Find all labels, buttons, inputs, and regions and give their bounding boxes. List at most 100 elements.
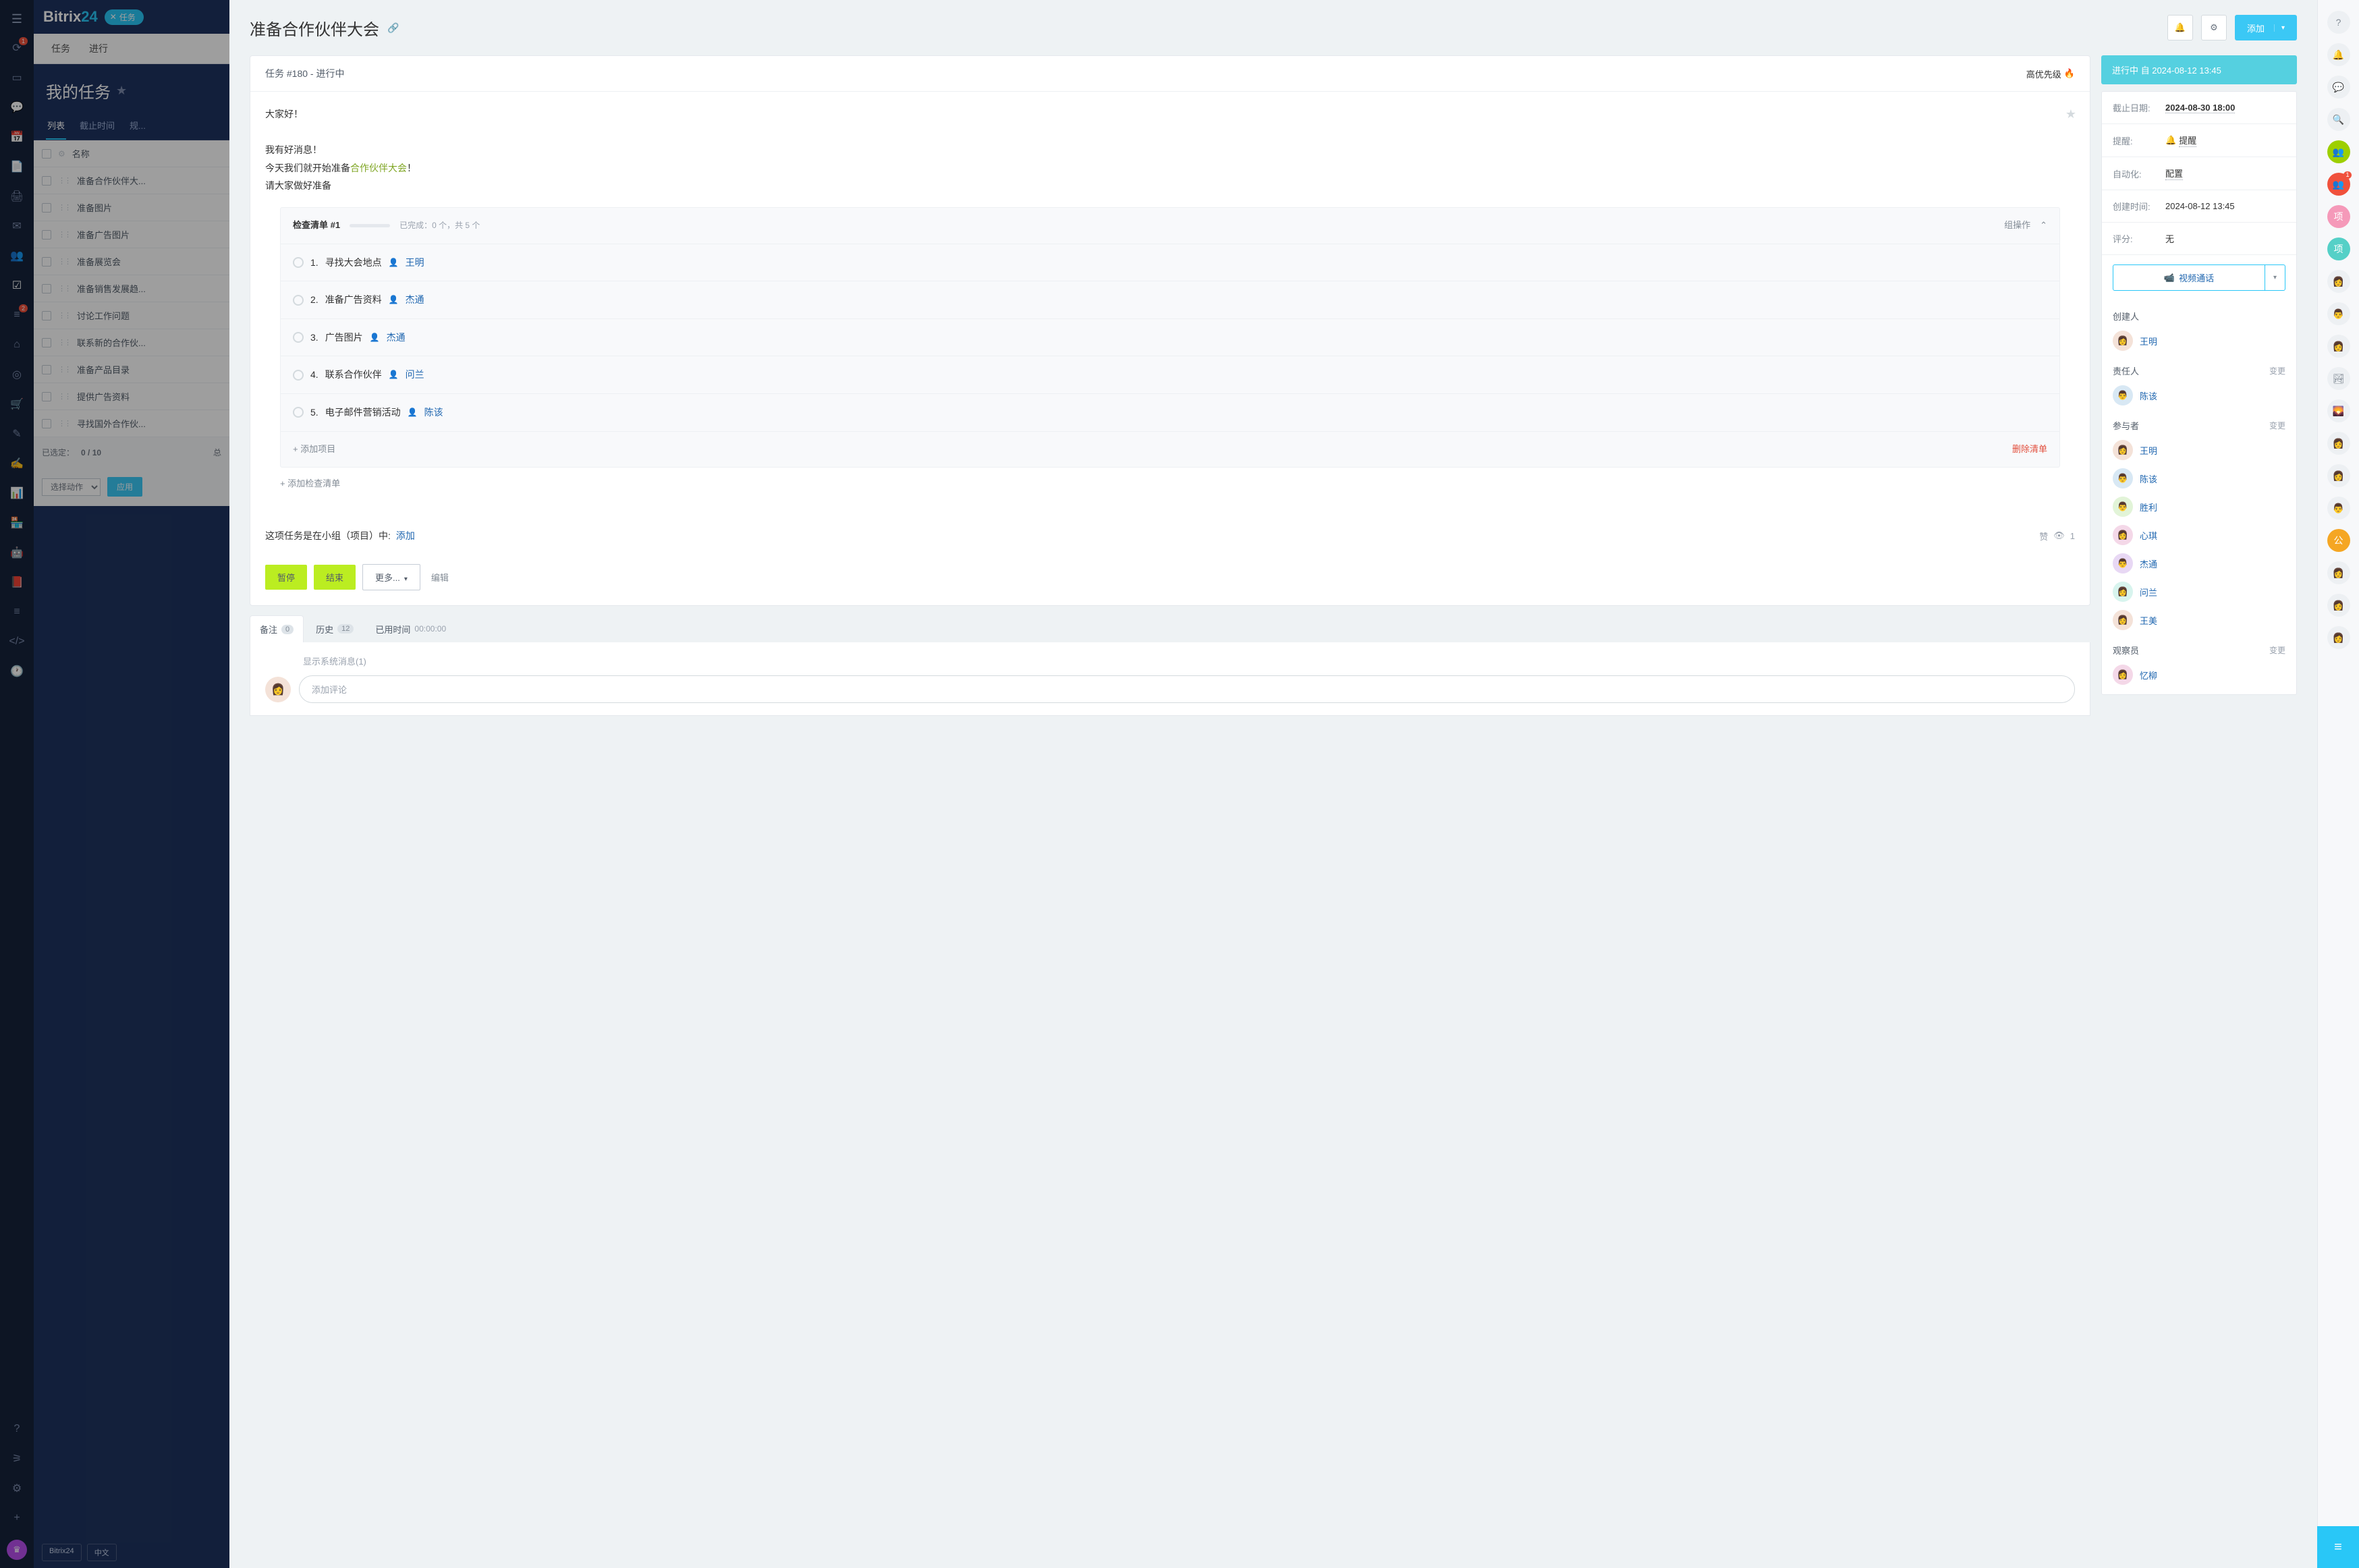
drag-icon[interactable]: ⋮⋮ <box>58 257 70 266</box>
contact-avatar[interactable]: 🏞 <box>2327 367 2350 390</box>
person-row[interactable]: 👨胜利 <box>2102 493 2296 521</box>
nav-calendar-icon[interactable]: ▭ <box>9 69 25 86</box>
nav-sign-icon[interactable]: ✍ <box>9 455 25 472</box>
tab-history[interactable]: 历史12 <box>306 615 363 642</box>
tab-tasks[interactable]: 任务 <box>42 34 80 63</box>
checkbox[interactable] <box>42 311 51 320</box>
table-row[interactable]: ⋮⋮准备销售发展趋... <box>34 275 229 302</box>
change-link[interactable]: 变更 <box>2269 644 2285 656</box>
person-name[interactable]: 王美 <box>2140 614 2157 627</box>
person-row[interactable]: 👨杰通 <box>2102 549 2296 578</box>
table-row[interactable]: ⋮⋮讨论工作问题 <box>34 302 229 329</box>
favorite-star-icon[interactable]: ★ <box>2065 103 2076 125</box>
nav-chat-icon[interactable]: 💬 <box>9 99 25 115</box>
add-project-link[interactable]: 添加 <box>396 529 415 542</box>
table-row[interactable]: ⋮⋮准备产品目录 <box>34 356 229 383</box>
tab-comments[interactable]: 备注0 <box>250 615 304 642</box>
deadline-value[interactable]: 2024-08-30 18:00 <box>2165 103 2235 113</box>
subtab-list[interactable]: 列表 <box>46 112 66 140</box>
table-row[interactable]: ⋮⋮准备展览会 <box>34 248 229 275</box>
bell-icon[interactable]: 🔔 <box>2327 43 2350 66</box>
contact-avatar[interactable]: 👩 <box>2327 594 2350 617</box>
table-row[interactable]: ⋮⋮准备广告图片 <box>34 221 229 248</box>
checkbox[interactable] <box>42 230 51 240</box>
person-name[interactable]: 胜利 <box>2140 501 2157 513</box>
nav-people-icon[interactable]: 👥 <box>9 248 25 264</box>
nav-edit-icon[interactable]: ✎ <box>9 426 25 442</box>
person-row[interactable]: 👨陈该 <box>2102 464 2296 493</box>
person-row[interactable]: 👩王明 <box>2102 327 2296 355</box>
person-name[interactable]: 陈该 <box>2140 472 2157 485</box>
like-button[interactable]: 赞 <box>2039 530 2048 542</box>
people-red-icon[interactable]: 👥1 <box>2327 173 2350 196</box>
tab-timespent[interactable]: 已用时间00:00:00 <box>366 615 455 642</box>
checkbox[interactable] <box>42 419 51 428</box>
chevron-down-icon[interactable]: ▾ <box>2265 265 2285 290</box>
drag-icon[interactable]: ⋮⋮ <box>58 365 70 374</box>
person-row[interactable]: 👩问兰 <box>2102 578 2296 606</box>
checkbox[interactable] <box>42 284 51 293</box>
contact-avatar[interactable]: 👨 <box>2327 497 2350 520</box>
assignee-link[interactable]: 杰通 <box>387 329 406 347</box>
nav-plus-icon[interactable]: + <box>9 1510 25 1526</box>
end-button[interactable]: 结束 <box>314 565 356 590</box>
hamburger-icon[interactable]: ☰ <box>11 12 22 26</box>
contact-avatar[interactable]: 👩 <box>2327 270 2350 293</box>
group-ops[interactable]: 组操作 <box>2004 217 2030 234</box>
contact-avatar[interactable]: 👩 <box>2327 626 2350 649</box>
video-call-button[interactable]: 📹视频通话 ▾ <box>2113 264 2285 291</box>
delete-checklist-link[interactable]: 删除清单 <box>2012 441 2047 458</box>
person-name[interactable]: 问兰 <box>2140 586 2157 598</box>
person-row[interactable]: 👩心琪 <box>2102 521 2296 549</box>
add-button[interactable]: 添加 ▾ <box>2235 15 2297 40</box>
drag-icon[interactable]: ⋮⋮ <box>58 203 70 212</box>
person-name[interactable]: 王明 <box>2140 335 2157 347</box>
gear-icon[interactable]: ⚙ <box>58 149 65 159</box>
nav-book-icon[interactable]: 📕 <box>9 574 25 590</box>
table-row[interactable]: ⋮⋮准备合作伙伴大... <box>34 167 229 194</box>
system-messages-link[interactable]: 显示系统消息(1) <box>265 654 2075 667</box>
contact-avatar[interactable]: 👩 <box>2327 561 2350 584</box>
more-button[interactable]: 更多...▾ <box>362 564 420 590</box>
nav-home-icon[interactable]: ⌂ <box>9 337 25 353</box>
person-row[interactable]: 👩王美 <box>2102 606 2296 634</box>
checkbox-circle[interactable] <box>293 295 304 306</box>
nav-cart-icon[interactable]: 🛒 <box>9 396 25 412</box>
nav-chart-icon[interactable]: 📊 <box>9 485 25 501</box>
nav-tree-icon[interactable]: ⚞ <box>9 1451 25 1467</box>
nav-stats-icon[interactable]: ≡ <box>9 604 25 620</box>
drag-icon[interactable]: ⋮⋮ <box>58 230 70 239</box>
avatar-pink[interactable]: 项 <box>2327 205 2350 228</box>
settings-button[interactable]: ⚙ <box>2201 15 2227 40</box>
checkbox[interactable] <box>42 338 51 347</box>
contact-avatar[interactable]: 🌄 <box>2327 399 2350 422</box>
nav-code-icon[interactable]: </> <box>9 634 25 650</box>
nav-mail-icon[interactable]: ✉ <box>9 218 25 234</box>
avatar-orange[interactable]: 公 <box>2327 529 2350 552</box>
nav-store-icon[interactable]: 🏪 <box>9 515 25 531</box>
nav-robot-icon[interactable]: 🤖 <box>9 544 25 561</box>
checkbox-circle[interactable] <box>293 407 304 418</box>
pause-button[interactable]: 暂停 <box>265 565 307 590</box>
bell-button[interactable]: 🔔 <box>2167 15 2193 40</box>
help-icon[interactable]: ? <box>2327 11 2350 34</box>
search-icon[interactable]: 🔍 <box>2327 108 2350 131</box>
add-item-link[interactable]: + 添加项目 <box>293 441 335 458</box>
edit-link[interactable]: 编辑 <box>431 571 449 584</box>
chevron-up-icon[interactable]: ⌃ <box>2040 217 2047 234</box>
lang-tag[interactable]: 中文 <box>87 1544 117 1561</box>
brand-tag[interactable]: Bitrix24 <box>42 1544 82 1561</box>
checkbox-circle[interactable] <box>293 370 304 381</box>
checklist-item[interactable]: 4.联系合作伙伴👤问兰 <box>281 356 2059 393</box>
drag-icon[interactable]: ⋮⋮ <box>58 284 70 293</box>
person-row[interactable]: 👨陈该 <box>2102 381 2296 410</box>
comment-input[interactable]: 添加评论 <box>299 675 2075 703</box>
drag-icon[interactable]: ⋮⋮ <box>58 176 70 185</box>
table-row[interactable]: ⋮⋮提供广告资料 <box>34 383 229 410</box>
person-row[interactable]: 👩忆柳 <box>2102 661 2296 694</box>
table-row[interactable]: ⋮⋮准备图片 <box>34 194 229 221</box>
close-icon[interactable]: ✕ <box>110 12 117 22</box>
contact-avatar[interactable]: 👨 <box>2327 302 2350 325</box>
assignee-link[interactable]: 陈该 <box>424 403 443 422</box>
link-icon[interactable]: 🔗 <box>387 22 399 34</box>
